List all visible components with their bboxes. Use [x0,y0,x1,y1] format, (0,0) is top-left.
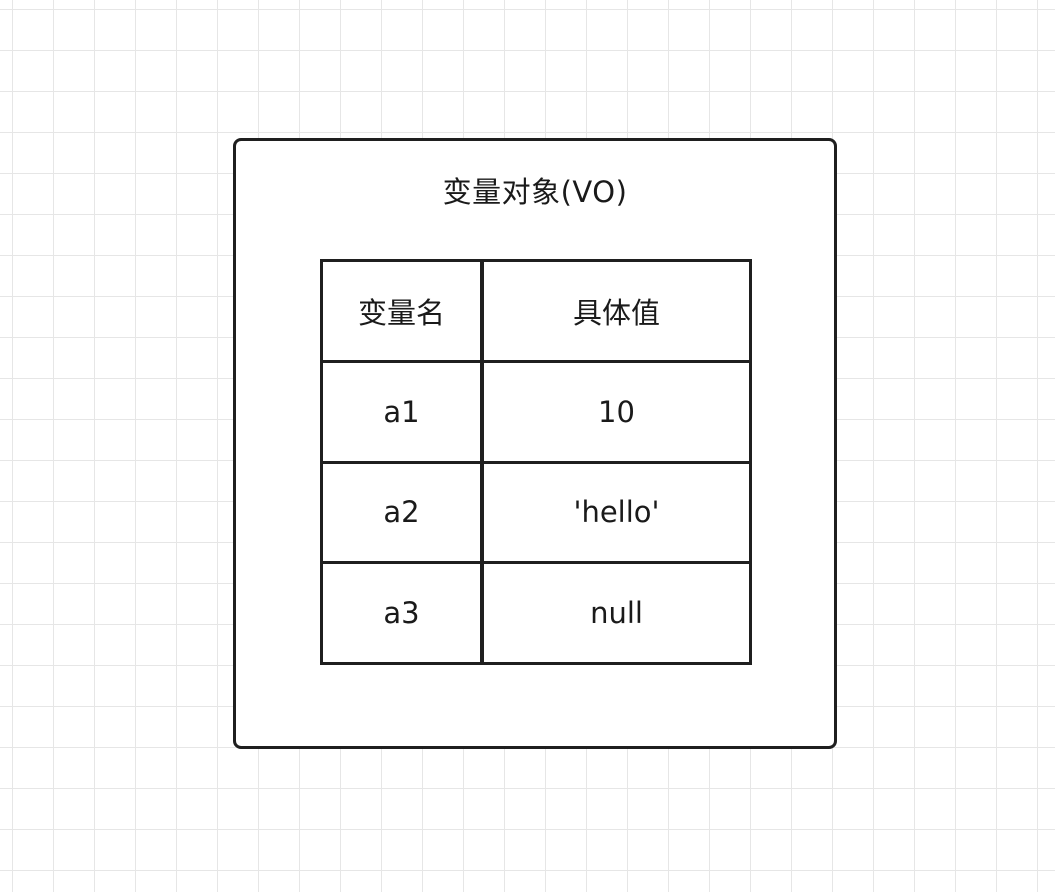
table-header-row: 变量名 具体值 [323,262,749,363]
header-variable-name: 变量名 [323,262,484,360]
grid-canvas: 变量对象(VO) 变量名 具体值 a1 10 a2 'hello' a3 nul… [0,0,1055,892]
variable-table[interactable]: 变量名 具体值 a1 10 a2 'hello' a3 null [320,259,752,665]
variable-value-cell: null [590,596,643,631]
variable-object-title: 变量对象(VO) [442,175,628,209]
table-row: a2 'hello' [323,463,749,565]
variable-value-cell: 'hello' [573,495,660,530]
variable-name-cell: a2 [323,463,484,562]
variable-name-cell: a1 [323,362,484,461]
variable-name-cell: a3 [323,564,484,662]
variable-value-cell: 10 [598,394,635,429]
header-concrete-value: 具体值 [572,295,660,330]
table-row: a1 10 [323,362,749,464]
table-row: a3 null [323,564,749,662]
